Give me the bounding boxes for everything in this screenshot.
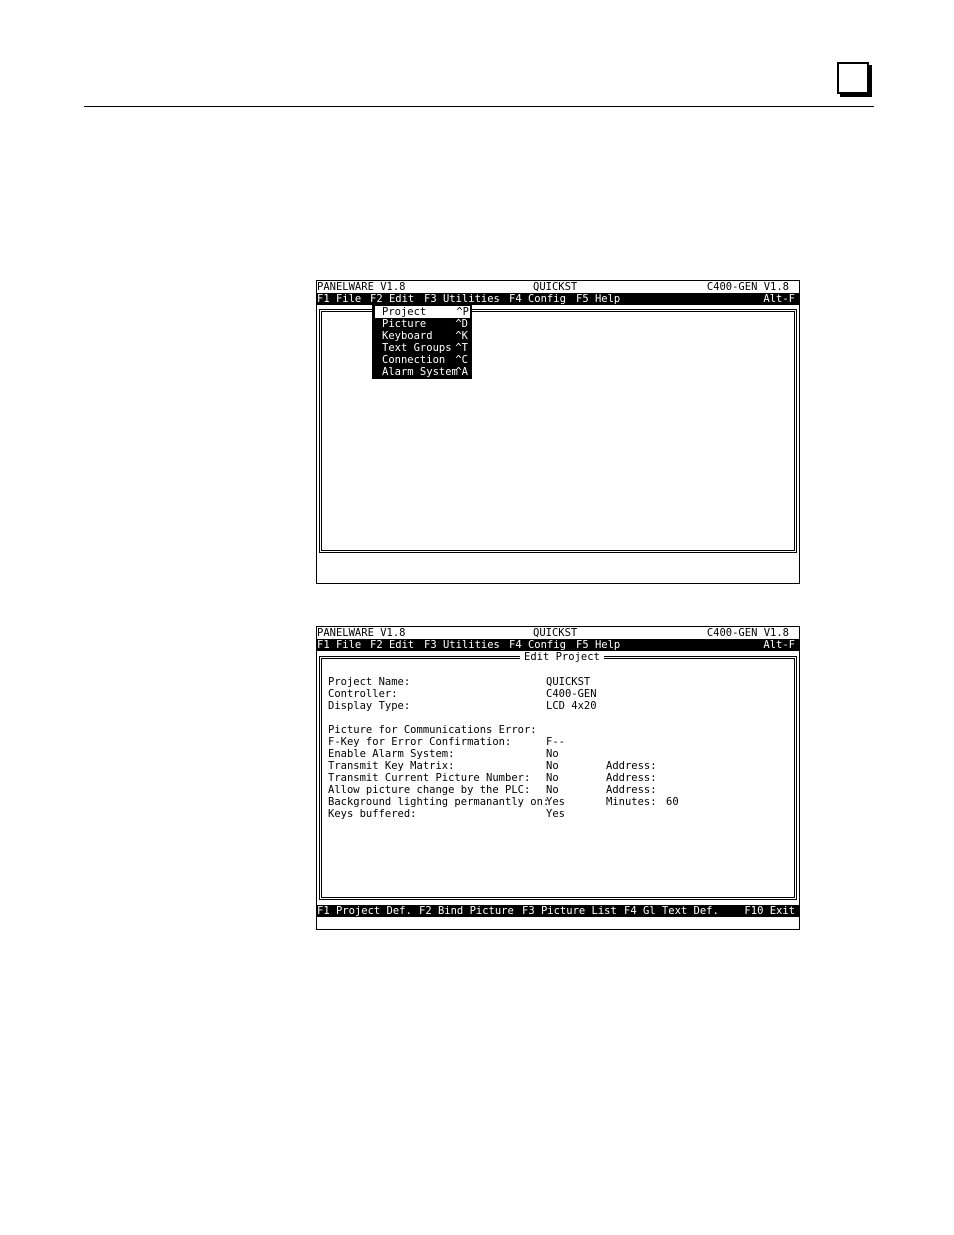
menu-bar: F1 File F2 Edit F3 Utilities F4 Config F… — [317, 293, 799, 305]
value-controller[interactable]: C400-GEN — [546, 688, 597, 700]
menu-config[interactable]: F4 Config — [509, 293, 566, 305]
dropdown-shortcut: ^P — [456, 306, 469, 318]
dropdown-label: Alarm System — [382, 366, 458, 378]
controller-version: C400-GEN V1.8 — [706, 281, 789, 293]
value-picture-change-plc[interactable]: No — [546, 784, 559, 796]
menu-bar: F1 File F2 Edit F3 Utilities F4 Config F… — [317, 639, 799, 651]
screenshot-edit-project: PANELWARE V1.8 QUICKST C400-GEN V1.8 F1 … — [316, 626, 800, 930]
dropdown-item-alarm-system[interactable]: Alarm System ^A — [372, 366, 472, 378]
label-display-type: Display Type: — [328, 700, 411, 712]
menu-shortcut-hint: Alt-F — [763, 639, 795, 651]
label-address-picture-number: Address: — [606, 772, 657, 784]
app-version: PANELWARE V1.8 — [317, 281, 406, 293]
controller-version: C400-GEN V1.8 — [706, 627, 789, 639]
label-picture-change-plc: Allow picture change by the PLC: — [328, 784, 531, 796]
label-transmit-key-matrix: Transmit Key Matrix: — [328, 760, 455, 772]
value-minutes[interactable]: 60 — [666, 796, 679, 808]
dialog-title: Edit Project — [520, 651, 604, 663]
project-title: QUICKST — [533, 627, 578, 639]
page-tab-icon — [837, 62, 869, 94]
menu-utilities[interactable]: F3 Utilities — [424, 293, 500, 305]
fkey-project-def[interactable]: F1 Project Def. — [317, 905, 412, 917]
dropdown-item-keyboard[interactable]: Keyboard ^K — [372, 330, 472, 342]
menu-edit[interactable]: F2 Edit — [370, 639, 414, 651]
label-fkey-error: F-Key for Error Confirmation: — [328, 736, 512, 748]
label-transmit-picture-number: Transmit Current Picture Number: — [328, 772, 531, 784]
value-fkey-error[interactable]: F-- — [546, 736, 565, 748]
header-rule — [84, 106, 874, 107]
title-bar: PANELWARE V1.8 QUICKST C400-GEN V1.8 — [317, 281, 799, 293]
dropdown-shortcut: ^T — [455, 342, 468, 354]
value-transmit-picture-number[interactable]: No — [546, 772, 559, 784]
dropdown-label: Picture — [382, 318, 427, 330]
dropdown-label: Text Groups — [382, 342, 452, 354]
value-transmit-key-matrix[interactable]: No — [546, 760, 559, 772]
fkey-bind-picture[interactable]: F2 Bind Picture — [419, 905, 514, 917]
value-project-name[interactable]: QUICKST — [546, 676, 590, 688]
dropdown-item-connection[interactable]: Connection ^C — [372, 354, 472, 366]
edit-project-dialog: Edit Project Project Name: QUICKST Contr… — [319, 651, 797, 900]
project-title: QUICKST — [533, 281, 578, 293]
dropdown-item-project[interactable]: Project ^P — [375, 306, 470, 318]
label-picture-comm-error: Picture for Communications Error: — [328, 724, 537, 736]
value-display-type[interactable]: LCD 4x20 — [546, 700, 597, 712]
title-bar: PANELWARE V1.8 QUICKST C400-GEN V1.8 — [317, 627, 799, 639]
label-minutes: Minutes: — [606, 796, 657, 808]
dropdown-shortcut: ^D — [455, 318, 468, 330]
menu-file[interactable]: F1 File — [317, 639, 361, 651]
dropdown-label: Project — [382, 306, 427, 318]
menu-help[interactable]: F5 Help — [576, 639, 620, 651]
dropdown-label: Keyboard — [382, 330, 433, 342]
label-enable-alarm: Enable Alarm System: — [328, 748, 455, 760]
menu-config[interactable]: F4 Config — [509, 639, 566, 651]
dropdown-shortcut: ^K — [455, 330, 468, 342]
label-address-key-matrix: Address: — [606, 760, 657, 772]
menu-help[interactable]: F5 Help — [576, 293, 620, 305]
dropdown-shortcut: ^A — [455, 366, 468, 378]
label-controller: Controller: — [328, 688, 398, 700]
label-address-picture-change: Address: — [606, 784, 657, 796]
label-keys-buffered: Keys buffered: — [328, 808, 417, 820]
value-enable-alarm[interactable]: No — [546, 748, 559, 760]
screenshot-edit-menu: PANELWARE V1.8 QUICKST C400-GEN V1.8 F1 … — [316, 280, 800, 584]
value-background-lighting[interactable]: Yes — [546, 796, 565, 808]
fkey-global-text-def[interactable]: F4 Gl Text Def. — [624, 905, 719, 917]
menu-edit[interactable]: F2 Edit — [370, 293, 414, 305]
app-version: PANELWARE V1.8 — [317, 627, 406, 639]
value-keys-buffered[interactable]: Yes — [546, 808, 565, 820]
dropdown-item-picture[interactable]: Picture ^D — [372, 318, 472, 330]
label-project-name: Project Name: — [328, 676, 411, 688]
dropdown-label: Connection — [382, 354, 446, 366]
function-key-bar: F1 Project Def. F2 Bind Picture F3 Pictu… — [317, 905, 799, 917]
menu-file[interactable]: F1 File — [317, 293, 361, 305]
dropdown-item-text-groups[interactable]: Text Groups ^T — [372, 342, 472, 354]
edit-dropdown-menu: Project ^P Picture ^D Keyboard ^K Text Grou… — [372, 305, 472, 379]
label-background-lighting: Background lighting permanantly on: — [328, 796, 550, 808]
fkey-exit[interactable]: F10 Exit — [744, 905, 795, 917]
menu-utilities[interactable]: F3 Utilities — [424, 639, 500, 651]
menu-shortcut-hint: Alt-F — [763, 293, 795, 305]
fkey-picture-list[interactable]: F3 Picture List — [522, 905, 617, 917]
dropdown-shortcut: ^C — [455, 354, 468, 366]
